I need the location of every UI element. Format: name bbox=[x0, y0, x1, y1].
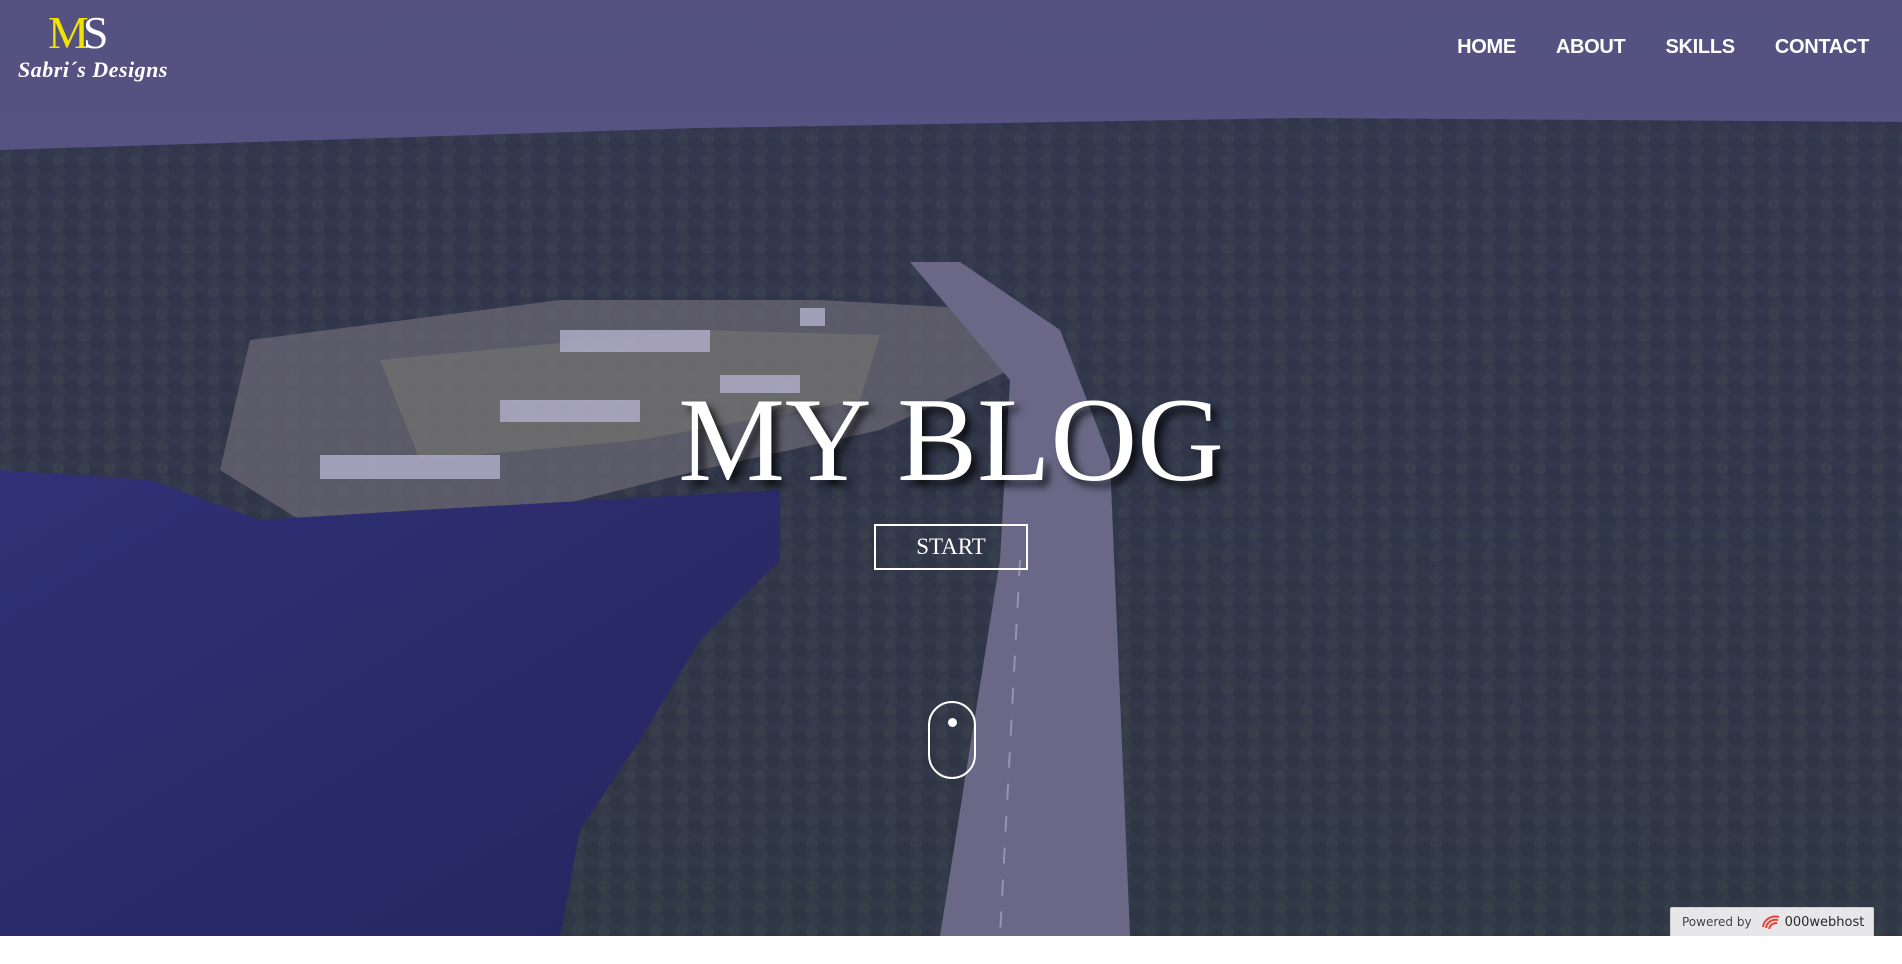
powered-by-label: Powered by bbox=[1682, 915, 1752, 929]
main-navigation: HOME ABOUT SKILLS CONTACT bbox=[1457, 36, 1869, 59]
powered-by-brand: 000webhost bbox=[1784, 914, 1865, 930]
nav-skills[interactable]: SKILLS bbox=[1665, 36, 1735, 59]
logo-monogram: MS bbox=[48, 7, 108, 58]
000webhost-logo-icon bbox=[1761, 915, 1779, 930]
mouse-scroll-icon[interactable] bbox=[928, 701, 976, 779]
nav-contact[interactable]: CONTACT bbox=[1775, 36, 1869, 59]
logo-letter-s: S bbox=[82, 7, 108, 58]
nav-about[interactable]: ABOUT bbox=[1556, 36, 1626, 59]
hero-title: MY BLOG bbox=[678, 373, 1224, 506]
hero-section: MS Sabri´s Designs HOME ABOUT SKILLS CON… bbox=[0, 0, 1902, 936]
scroll-wheel-dot bbox=[948, 718, 957, 727]
logo-text: Sabri´s Designs bbox=[18, 57, 168, 82]
nav-home[interactable]: HOME bbox=[1457, 36, 1516, 59]
site-logo[interactable]: MS Sabri´s Designs bbox=[18, 7, 167, 86]
start-button[interactable]: START bbox=[874, 524, 1028, 570]
logo-letter-m: M bbox=[48, 7, 89, 58]
powered-by-badge[interactable]: Powered by 000webhost bbox=[1670, 907, 1874, 936]
